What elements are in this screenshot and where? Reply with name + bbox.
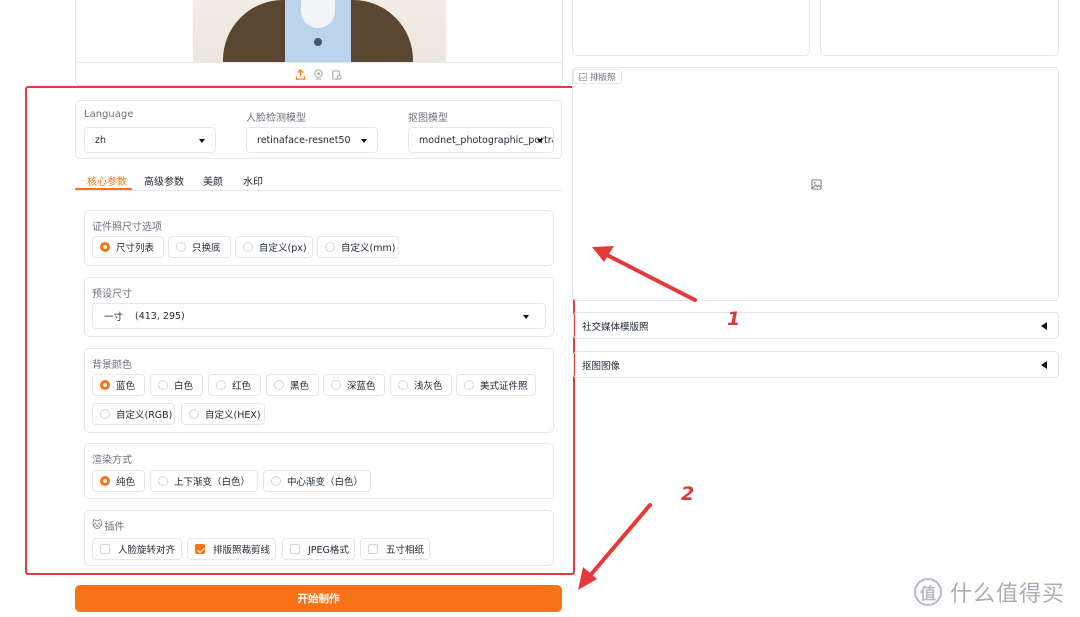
arrow-1-line: [603, 252, 697, 302]
annotation-label-2: 2: [681, 483, 695, 505]
annotation-label-1: 1: [727, 308, 741, 330]
watermark-text: 什么值得买: [950, 582, 1066, 607]
arrow-1-head: [592, 246, 614, 262]
watermark-logo: 值: [914, 578, 942, 606]
annotation-arrows: [578, 246, 697, 590]
watermark: 值 什么值得买: [914, 576, 1065, 608]
arrow-2-line: [586, 503, 652, 580]
